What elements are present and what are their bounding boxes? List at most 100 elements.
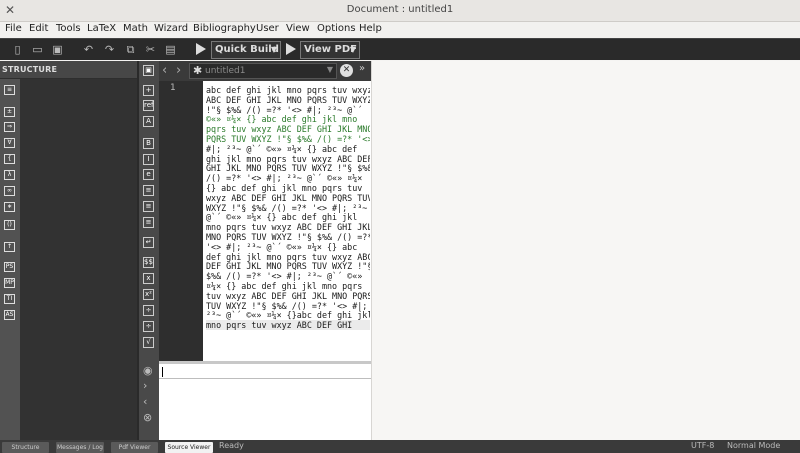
- side-panel-icons: ≡ ± ⇒ ∀ { λ ∞ ∗ () ↑ PS MP TI AS: [0, 79, 20, 440]
- copy-icon[interactable]: ⧉: [124, 43, 137, 57]
- stop-icon[interactable]: ⊗: [143, 411, 152, 424]
- align-left-icon[interactable]: ≡: [143, 185, 154, 196]
- editor-line: {} abc def ghi jkl mno pqrs tuv: [206, 183, 363, 193]
- line-number: 1: [170, 83, 176, 93]
- editor-line: /() =?* '<> #|; ²³~ @`´ ©«» ¤¼×: [206, 173, 363, 184]
- italic-icon[interactable]: I: [143, 154, 154, 165]
- editor-line: wxyz ABC DEF GHI JKL MNO PQRS TUV: [206, 192, 370, 203]
- structure-tree[interactable]: [20, 79, 137, 440]
- build-run-icon[interactable]: [196, 43, 206, 55]
- align-center-icon[interactable]: ≡: [143, 201, 154, 212]
- editor-line: tuv wxyz ABC DEF GHI JKL MNO PQRS: [206, 290, 370, 301]
- more-tabs-icon[interactable]: »: [359, 63, 365, 74]
- editor-line: mno pqrs tuv wxyz ABC DEF GHI JKL: [206, 222, 370, 233]
- menu-latex[interactable]: LaTeX: [87, 23, 116, 34]
- editor-line: ABC DEF GHI JKL MNO PQRS TUV WXYZ: [206, 94, 370, 105]
- asymptote-icon[interactable]: AS: [4, 310, 15, 320]
- user-symbols-icon[interactable]: ↑: [4, 242, 15, 252]
- open-folder-icon[interactable]: ▭: [31, 43, 44, 57]
- toggle-sidepanel-icon[interactable]: ▣: [143, 65, 154, 76]
- dfrac-icon[interactable]: ÷: [143, 321, 154, 332]
- chevron-down-icon: ▼: [270, 45, 277, 54]
- save-icon[interactable]: ▣: [51, 43, 64, 57]
- view-run-icon[interactable]: [286, 43, 296, 55]
- eye-icon[interactable]: ◉: [143, 364, 153, 377]
- status-mode[interactable]: Normal Mode: [727, 441, 780, 450]
- insert-part-icon[interactable]: +: [143, 85, 154, 96]
- status-tab-pdf-viewer[interactable]: Pdf Viewer: [111, 442, 158, 453]
- insert-label-icon[interactable]: A: [143, 116, 154, 127]
- paste-icon[interactable]: ▤: [164, 43, 177, 57]
- structure-title: STRUCTURE: [2, 65, 58, 74]
- operators-icon[interactable]: ∞: [4, 186, 15, 196]
- metapost-icon[interactable]: MP: [4, 278, 15, 288]
- chevron-down-icon[interactable]: ▼: [327, 65, 333, 74]
- greek-letters-icon[interactable]: λ: [4, 170, 15, 180]
- menu-bibliography[interactable]: Bibliography: [193, 23, 256, 34]
- superscript-icon[interactable]: x²: [143, 289, 154, 300]
- menu-file[interactable]: File: [5, 23, 22, 34]
- editor-line: #|; ²³~ @`´ ©«» ¤¼× {} abc def: [206, 143, 358, 154]
- editor-line: @`´ ©«» ¤¼× {} abc def ghi jkl: [206, 212, 358, 223]
- log-divider: [159, 378, 371, 379]
- new-line-icon[interactable]: ↵: [143, 237, 154, 248]
- editor-line: ©«» ¤¼× {} abc def ghi jkl mno: [206, 114, 358, 125]
- status-tab-source-viewer[interactable]: Source Viewer: [165, 442, 213, 453]
- forward-arrow-icon[interactable]: ›: [176, 63, 181, 78]
- editor-line: pqrs tuv wxyz ABC DEF GHI JKL MNO: [206, 124, 370, 135]
- view-pdf-combo[interactable]: View PDF ▼: [300, 41, 360, 59]
- subscript-icon[interactable]: x: [143, 273, 154, 284]
- quick-build-combo[interactable]: Quick Build ▼: [211, 41, 281, 59]
- tab-untitled1[interactable]: ✱ untitled1 ▼: [189, 63, 337, 79]
- status-tab-messages-log[interactable]: Messages / Log: [56, 442, 104, 453]
- delimiters-icon[interactable]: {: [4, 154, 15, 164]
- chevron-right-icon[interactable]: ›: [143, 379, 147, 392]
- log-panel[interactable]: [159, 364, 371, 440]
- insert-ref-icon[interactable]: ref: [143, 100, 154, 111]
- menu-math[interactable]: Math: [123, 23, 148, 34]
- align-right-icon[interactable]: ≡: [143, 217, 154, 228]
- emphasis-icon[interactable]: e: [143, 169, 154, 180]
- close-tab-icon[interactable]: ✕: [340, 64, 353, 77]
- code-editor[interactable]: abc def ghi jkl mno pqrs tuv wxyz ABC DEF…: [203, 81, 371, 361]
- special-chars-icon[interactable]: ∗: [4, 202, 15, 212]
- menu-view[interactable]: View: [286, 23, 310, 34]
- undo-icon[interactable]: ↶: [82, 43, 95, 57]
- back-arrow-icon[interactable]: ‹: [162, 63, 167, 78]
- menu-tools[interactable]: Tools: [56, 23, 81, 34]
- fraction-icon[interactable]: ÷: [143, 305, 154, 316]
- bold-icon[interactable]: B: [143, 138, 154, 149]
- status-tab-structure[interactable]: Structure: [2, 442, 49, 453]
- editor-line: DEF GHI JKL MNO PQRS TUV WXYZ !"§: [206, 261, 370, 272]
- structure-view-icon[interactable]: ≡: [4, 85, 15, 95]
- cut-icon[interactable]: ✂: [144, 43, 157, 57]
- arrow-symbols-icon[interactable]: ⇒: [4, 122, 15, 132]
- editor-line: !"§ $%& /() =?* '<> #|; ²³~ @`´: [206, 104, 363, 115]
- editor-line: mno pqrs tuv wxyz ABC DEF GHI: [206, 320, 370, 331]
- editor-line: GHI JKL MNO PQRS TUV WXYZ !"§ $%&: [206, 163, 370, 174]
- editor-tab-bar: ‹ › ✱ untitled1 ▼ ✕ »: [159, 61, 371, 81]
- redo-icon[interactable]: ↷: [103, 43, 116, 57]
- tikz-icon[interactable]: TI: [4, 294, 15, 304]
- new-file-icon[interactable]: ▯: [11, 43, 24, 57]
- pdf-viewer-area[interactable]: [371, 61, 800, 440]
- menu-options[interactable]: Options: [317, 23, 356, 34]
- misc-symbols-icon[interactable]: ∀: [4, 138, 15, 148]
- editor-line: MNO PQRS TUV WXYZ !"§ $%& /() =?*: [206, 232, 370, 242]
- relation-symbols-icon[interactable]: ±: [4, 107, 15, 117]
- editor-line: def ghi jkl mno pqrs tuv wxyz ABC: [206, 251, 370, 262]
- menu-edit[interactable]: Edit: [29, 23, 48, 34]
- structure-panel: STRUCTURE ≡ ± ⇒ ∀ { λ ∞ ∗ () ↑ PS MP TI …: [0, 61, 139, 440]
- menu-user[interactable]: User: [256, 23, 279, 34]
- editor-line: WXYZ !"§ $%& /() =?* '<> #|; ²³~: [206, 202, 368, 213]
- editor-line: ¤¼× {} abc def ghi jkl mno pqrs: [206, 281, 363, 291]
- math-mode-icon[interactable]: $$: [143, 257, 154, 268]
- pstricks-icon[interactable]: PS: [4, 262, 15, 272]
- chevron-left-icon[interactable]: ‹: [143, 395, 147, 408]
- favorites-icon[interactable]: (): [4, 220, 15, 230]
- menu-help[interactable]: Help: [359, 23, 382, 34]
- status-ready: Ready: [219, 441, 244, 450]
- square-root-icon[interactable]: √: [143, 337, 154, 348]
- status-encoding[interactable]: UTF-8: [691, 441, 714, 450]
- menu-wizard[interactable]: Wizard: [154, 23, 188, 34]
